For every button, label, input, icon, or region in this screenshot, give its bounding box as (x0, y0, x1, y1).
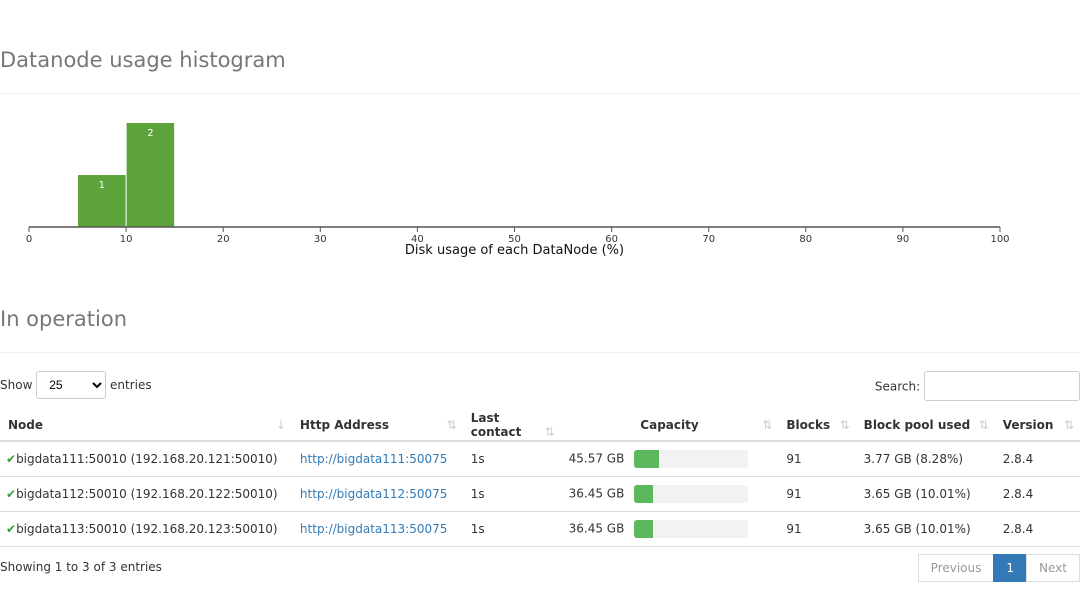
search-control: Search: (875, 371, 1080, 401)
blocks: 91 (778, 511, 856, 547)
http-address-link[interactable]: http://bigdata113:50075 (300, 522, 447, 536)
check-icon: ✔ (6, 487, 17, 501)
capacity-bar (634, 450, 749, 468)
sort-icon[interactable]: ⇅ (979, 418, 989, 432)
x-axis-label: Disk usage of each DataNode (%) (405, 243, 624, 258)
divider (0, 93, 1080, 94)
bar-label: 2 (147, 128, 153, 139)
x-tick-label: 0 (26, 234, 32, 245)
bar-label: 1 (99, 180, 105, 191)
node-name: bigdata111:50010 (192.168.20.121:50010) (16, 452, 278, 466)
pagination: Previous 1 Next (917, 554, 1080, 582)
table-row: ✔bigdata112:50010 (192.168.20.122:50010)… (0, 476, 1080, 512)
check-icon: ✔ (6, 522, 17, 536)
column-header[interactable]: Http Address ⇅ (291, 410, 463, 442)
capacity-value: 36.45 GB (568, 486, 625, 501)
check-icon: ✔ (6, 452, 17, 466)
column-header[interactable]: Blocks ⇅ (778, 410, 856, 442)
capacity-bar (634, 520, 749, 538)
histogram-title: Datanode usage histogram (0, 48, 286, 72)
search-label: Search: (874, 379, 921, 394)
x-tick-label: 100 (990, 234, 1009, 245)
column-label: Node (8, 418, 44, 432)
capacity-bar-fill (634, 520, 653, 538)
sort-icon[interactable]: ⇅ (447, 418, 457, 432)
x-tick-label: 30 (314, 234, 327, 245)
http-address-link[interactable]: http://bigdata111:50075 (300, 452, 447, 466)
table-row: ✔bigdata111:50010 (192.168.20.121:50010)… (0, 441, 1080, 477)
show-label: Show (0, 378, 33, 392)
capacity-bar-fill (634, 485, 653, 503)
table-info: Showing 1 to 3 of 3 entries (0, 560, 162, 574)
x-tick-label: 70 (702, 234, 715, 245)
sort-icon[interactable]: ⇅ (840, 418, 850, 432)
last-contact: 1s (462, 441, 561, 477)
x-tick-label: 90 (897, 234, 910, 245)
node-name: bigdata113:50010 (192.168.20.123:50010) (16, 522, 278, 536)
x-tick-label: 10 (120, 234, 133, 245)
length-control: Show 25 entries (0, 371, 152, 399)
column-header[interactable]: Last contact ⇅ (462, 410, 561, 442)
column-label: Blocks (786, 418, 831, 432)
sort-icon[interactable]: ⇅ (1064, 418, 1074, 432)
block-pool-used: 3.65 GB (10.01%) (855, 511, 995, 547)
capacity-value: 45.57 GB (568, 451, 625, 466)
search-input[interactable] (924, 371, 1080, 401)
last-contact: 1s (462, 476, 561, 512)
column-header[interactable]: Version ⇅ (994, 410, 1080, 442)
node-name: bigdata112:50010 (192.168.20.122:50010) (16, 487, 278, 501)
column-header[interactable]: Node ↓ (0, 410, 292, 442)
entries-label: entries (110, 378, 152, 392)
sort-icon[interactable]: ↓ (276, 418, 286, 432)
blocks: 91 (778, 476, 856, 512)
previous-button[interactable]: Previous (917, 554, 995, 582)
version: 2.8.4 (994, 441, 1080, 477)
column-header[interactable]: Block pool used ⇅ (855, 410, 995, 442)
version: 2.8.4 (994, 511, 1080, 547)
usage-histogram: 120 10 20 30 40 50 60 70 80 90 100Disk usage of ea… (26, 123, 1010, 258)
column-label: Last contact (470, 411, 522, 439)
column-header[interactable]: Capacity ⇅ (560, 410, 779, 442)
column-label: Capacity (640, 418, 699, 432)
sort-icon[interactable]: ⇅ (545, 425, 555, 439)
next-button[interactable]: Next (1026, 554, 1080, 582)
entries-select[interactable]: 25 (36, 371, 107, 399)
x-tick-label: 20 (217, 234, 230, 245)
sort-icon[interactable]: ⇅ (762, 418, 772, 432)
datanode-table: Node ↓ Http Address ⇅ Last contact ⇅ Capacity ⇅… (0, 410, 1080, 547)
http-address-link[interactable]: http://bigdata112:50075 (300, 487, 447, 501)
capacity-bar-fill (634, 450, 660, 468)
blocks: 91 (778, 441, 856, 477)
capacity-bar (634, 485, 749, 503)
block-pool-used: 3.65 GB (10.01%) (855, 476, 995, 512)
column-label: Version (1002, 418, 1054, 432)
capacity-value: 36.45 GB (568, 521, 625, 536)
column-label: Http Address (299, 418, 390, 432)
operation-title: In operation (0, 307, 128, 331)
block-pool-used: 3.77 GB (8.28%) (855, 441, 995, 477)
column-label: Block pool used (863, 418, 971, 432)
divider (0, 352, 1080, 353)
version: 2.8.4 (994, 476, 1080, 512)
page-1-button[interactable]: 1 (993, 554, 1028, 582)
x-tick-label: 80 (799, 234, 812, 245)
table-row: ✔bigdata113:50010 (192.168.20.123:50010)… (0, 511, 1080, 547)
last-contact: 1s (462, 511, 561, 547)
